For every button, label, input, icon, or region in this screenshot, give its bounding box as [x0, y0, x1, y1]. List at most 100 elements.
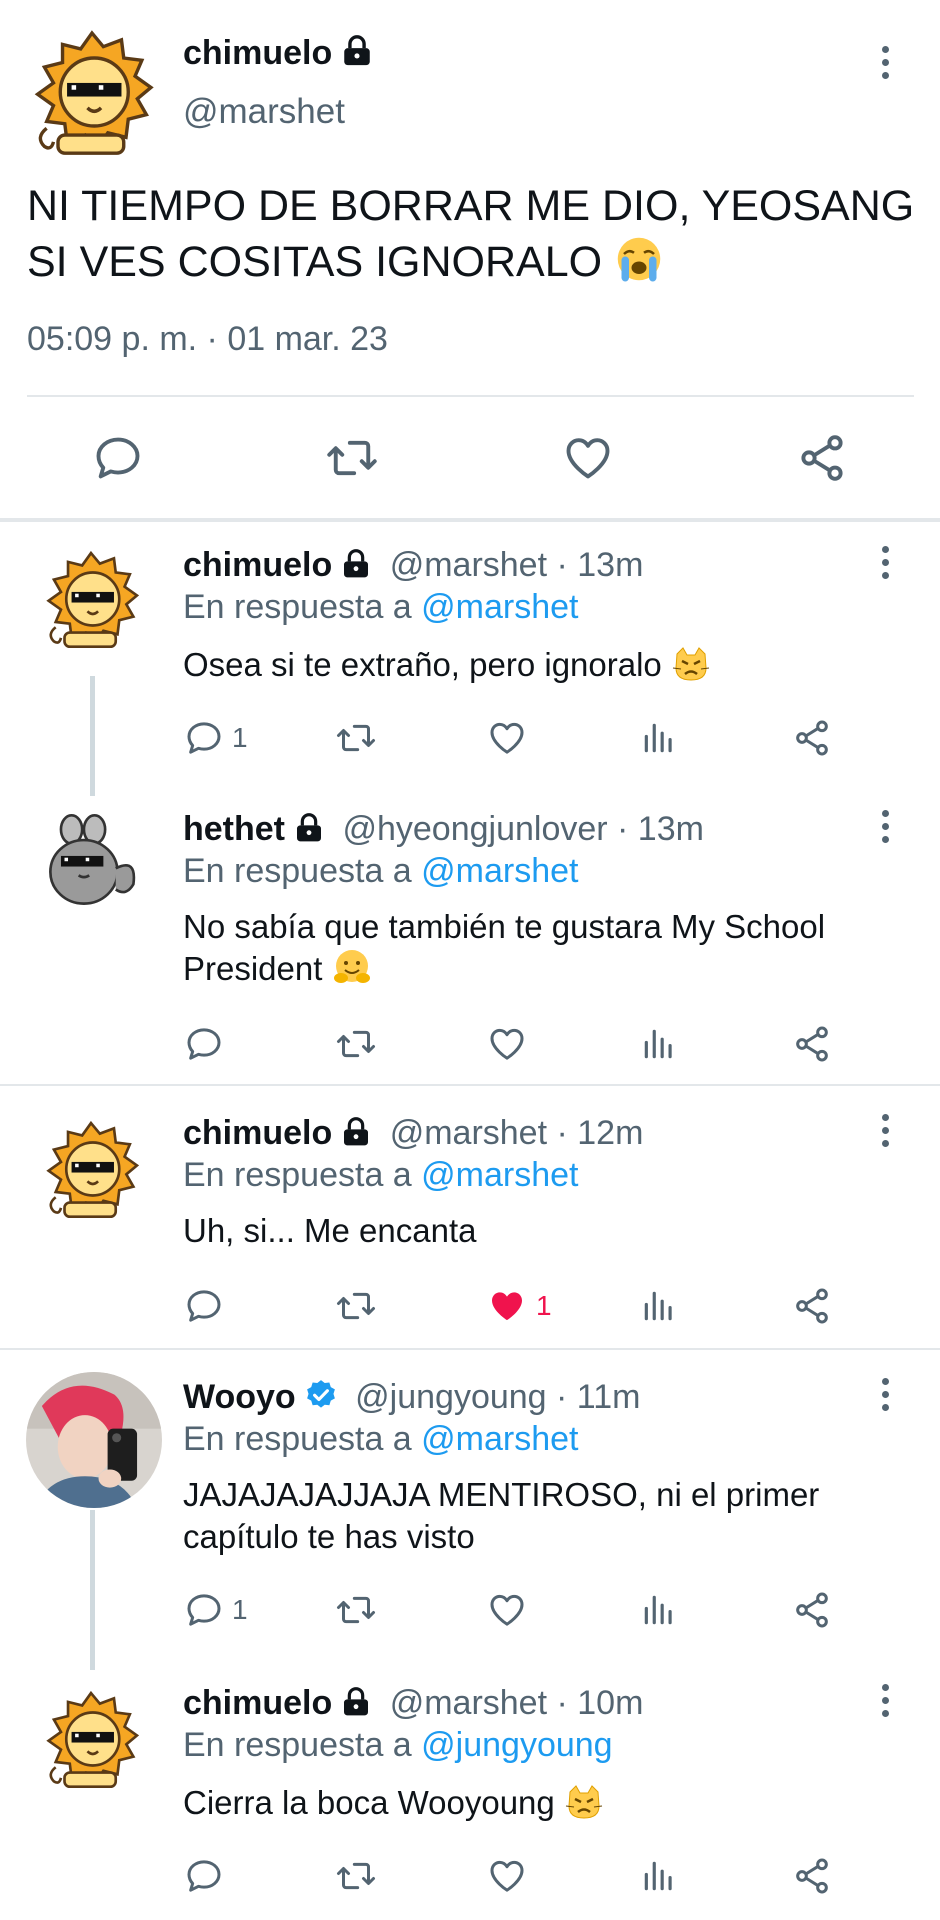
stats-icon[interactable] — [640, 1856, 678, 1896]
reply-count: 1 — [232, 722, 248, 753]
lock-icon — [340, 1686, 372, 1718]
author-name[interactable]: chimuelo — [183, 34, 374, 73]
reply-icon[interactable] — [184, 718, 224, 758]
tweet-text-content: Osea si te extraño, pero ignoralo — [183, 646, 662, 683]
divider — [0, 1348, 940, 1350]
tweet-header: chimuelo @marshet · 12m — [183, 1114, 643, 1153]
like-icon-active[interactable] — [487, 1286, 527, 1326]
share-icon[interactable] — [792, 1286, 832, 1326]
tweet-header: chimuelo @marshet · 13m — [183, 546, 643, 585]
retweet-icon[interactable] — [334, 718, 378, 758]
like-icon[interactable] — [487, 1024, 527, 1064]
more-options-icon[interactable] — [878, 1684, 892, 1724]
retweet-icon[interactable] — [334, 1286, 378, 1326]
author-handle[interactable]: @marshet · 10m — [390, 1684, 644, 1722]
avatar[interactable] — [38, 810, 144, 916]
author-name[interactable]: chimuelo — [183, 1114, 332, 1152]
author-name[interactable]: chimuelo — [183, 546, 332, 584]
mention-link[interactable]: @marshet — [421, 588, 578, 626]
tweet-header: hethet @hyeongjunlover · 13m — [183, 810, 704, 849]
share-icon[interactable] — [792, 1590, 832, 1630]
more-options-icon[interactable] — [878, 810, 892, 850]
pouting-cat-face-icon — [564, 1782, 604, 1822]
stats-icon[interactable] — [640, 1590, 678, 1630]
mention-link[interactable]: @marshet — [421, 1156, 578, 1194]
reply-prefix: En respuesta a — [183, 588, 422, 626]
avatar[interactable] — [38, 1686, 144, 1792]
lock-icon — [340, 548, 372, 580]
tweet-text: Cierra la boca Wooyoung — [183, 1782, 903, 1824]
author-name[interactable]: hethet — [183, 810, 285, 848]
tweet-text: NI TIEMPO DE BORRAR ME DIO, YEOSANG SI V… — [27, 178, 917, 290]
like-count: 1 — [536, 1290, 552, 1321]
mention-link[interactable]: @marshet — [421, 852, 578, 890]
tweet-text-content: JAJAJAJAJJAJA MENTIROSO, ni el primer ca… — [183, 1476, 820, 1555]
author-name[interactable]: chimuelo — [183, 1684, 332, 1722]
share-icon[interactable] — [792, 1024, 832, 1064]
divider — [27, 395, 914, 397]
mention-link[interactable]: @jungyoung — [421, 1726, 612, 1764]
more-options-icon[interactable] — [878, 1114, 892, 1154]
author-handle[interactable]: @marshet · 13m — [390, 546, 644, 584]
pouting-cat-face-icon — [671, 644, 711, 684]
more-options-icon[interactable] — [878, 46, 892, 86]
reply-context: En respuesta a @marshet — [183, 588, 579, 627]
tweet-header: Wooyo @jungyoung · 11m — [183, 1378, 640, 1417]
reply-count: 1 — [232, 1594, 248, 1625]
reply-context: En respuesta a @marshet — [183, 1420, 579, 1459]
author-handle[interactable]: @hyeongjunlover · 13m — [342, 810, 703, 848]
retweet-icon[interactable] — [324, 432, 380, 484]
avatar[interactable] — [38, 1116, 144, 1222]
lock-icon — [340, 34, 374, 68]
more-options-icon[interactable] — [878, 546, 892, 586]
retweet-icon[interactable] — [334, 1856, 378, 1896]
thread-line — [90, 676, 95, 796]
author-handle[interactable]: @marshet · 12m — [390, 1114, 644, 1152]
reply-icon[interactable] — [184, 1590, 224, 1630]
avatar[interactable] — [26, 1372, 162, 1508]
reply-icon[interactable] — [184, 1286, 224, 1326]
reply-icon[interactable] — [184, 1856, 224, 1896]
like-icon[interactable] — [487, 718, 527, 758]
tweet-text: Uh, si... Me encanta — [183, 1210, 903, 1252]
tweet-header: chimuelo @marshet · 10m — [183, 1684, 643, 1723]
tweet-text: No sabía que también te gustara My Schoo… — [183, 906, 903, 990]
share-icon[interactable] — [792, 1856, 832, 1896]
avatar[interactable] — [24, 24, 160, 160]
avatar[interactable] — [38, 546, 144, 652]
author-name[interactable]: Wooyo — [183, 1378, 296, 1416]
divider — [0, 518, 940, 522]
stats-icon[interactable] — [640, 1286, 678, 1326]
reply-icon[interactable] — [92, 432, 144, 484]
lock-icon — [340, 1116, 372, 1148]
stats-icon[interactable] — [640, 718, 678, 758]
reply-prefix: En respuesta a — [183, 1726, 422, 1764]
share-icon[interactable] — [796, 432, 848, 484]
retweet-icon[interactable] — [334, 1590, 378, 1630]
tweet-text: JAJAJAJAJJAJA MENTIROSO, ni el primer ca… — [183, 1474, 903, 1558]
more-options-icon[interactable] — [878, 1378, 892, 1418]
author-handle[interactable]: @marshet — [183, 92, 345, 132]
loudly-crying-face-icon — [614, 234, 664, 284]
reply-prefix: En respuesta a — [183, 852, 422, 890]
like-icon[interactable] — [562, 432, 614, 484]
like-icon[interactable] — [487, 1590, 527, 1630]
tweet-text-content: NI TIEMPO DE BORRAR ME DIO, YEOSANG SI V… — [27, 182, 915, 286]
lock-icon — [293, 812, 325, 844]
tweet-timestamp[interactable]: 05:09 p. m. · 01 mar. 23 — [27, 320, 388, 359]
divider — [0, 1084, 940, 1086]
share-icon[interactable] — [792, 718, 832, 758]
stats-icon[interactable] — [640, 1024, 678, 1064]
reply-prefix: En respuesta a — [183, 1156, 422, 1194]
reply-prefix: En respuesta a — [183, 1420, 422, 1458]
retweet-icon[interactable] — [334, 1024, 378, 1064]
mention-link[interactable]: @marshet — [421, 1420, 578, 1458]
reply-context: En respuesta a @jungyoung — [183, 1726, 613, 1765]
tweet-text-content: Cierra la boca Wooyoung — [183, 1784, 555, 1821]
reply-icon[interactable] — [184, 1024, 224, 1064]
verified-badge-icon — [304, 1378, 338, 1412]
author-handle[interactable]: @jungyoung · 11m — [355, 1378, 640, 1416]
reply-context: En respuesta a @marshet — [183, 852, 579, 891]
like-icon[interactable] — [487, 1856, 527, 1896]
tweet-text: Osea si te extraño, pero ignoralo — [183, 644, 903, 686]
